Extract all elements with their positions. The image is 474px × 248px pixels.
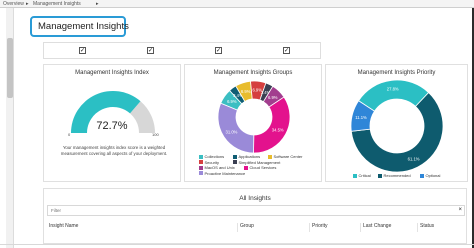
breadcrumb-item-management-insights[interactable]: Management Insights — [33, 1, 81, 7]
groups-legend-item[interactable]: Collections — [199, 154, 224, 159]
priority-slice-label: 11.1% — [355, 115, 367, 120]
vertical-scrollbar[interactable] — [6, 8, 14, 248]
page-title: Management Insights — [38, 21, 129, 32]
groups-legend-swatch — [233, 160, 237, 164]
index-gauge — [71, 91, 155, 133]
groups-legend-label: Applications — [238, 154, 261, 159]
groups-legend-item[interactable]: Applications — [233, 154, 260, 159]
chevron-right-icon: ▸ — [26, 1, 29, 7]
groups-legend-swatch — [233, 154, 237, 159]
clear-filter-icon[interactable]: × — [458, 207, 462, 214]
groups-slice-label: 6.9% — [227, 99, 237, 104]
groups-legend-label: Cloud Services — [249, 165, 277, 170]
groups-legend-swatch — [199, 165, 203, 170]
priority-legend-label: Optional — [425, 173, 441, 178]
groups-legend-label: Collections — [204, 154, 225, 159]
column-header-group[interactable]: Group — [240, 223, 254, 229]
filter-checkbox-2[interactable]: ✓ — [147, 47, 154, 54]
groups-legend-label: Proactive Maintenance — [204, 170, 246, 176]
groups-legend-swatch — [244, 165, 248, 170]
groups-slice[interactable] — [253, 96, 291, 154]
priority-legend-swatch — [420, 173, 424, 178]
page-title-box: Management Insights — [30, 16, 129, 37]
filter-checkbox-4[interactable]: ✓ — [283, 47, 290, 54]
priority-card-title: Management Insights Priority — [357, 70, 436, 76]
column-divider — [309, 223, 310, 232]
groups-legend-label: Security — [204, 159, 219, 165]
groups-legend-item[interactable]: Security — [199, 160, 219, 165]
priority-legend-label: Recommended — [383, 173, 411, 178]
scrollbar-thumb[interactable] — [7, 38, 13, 98]
priority-legend-item[interactable]: Critical — [353, 173, 371, 178]
groups-slice-label: 6.9% — [268, 95, 278, 100]
column-header-status[interactable]: Status — [420, 223, 434, 229]
groups-legend-label: Software Center — [273, 154, 303, 159]
filter-checkbox-1[interactable]: ✓ — [79, 47, 86, 54]
groups-legend-item[interactable]: MacOS and Unix — [199, 165, 235, 170]
breadcrumb-item-overview[interactable]: Overview — [3, 1, 24, 7]
priority-slice-label: 27.8% — [387, 87, 399, 92]
index-card: Management Insights Index 72.7% 0 100 Yo… — [43, 64, 181, 182]
column-header-priority[interactable]: Priority — [312, 223, 328, 229]
groups-legend-label: MacOS and Unix — [204, 165, 235, 170]
priority-legend-swatch — [378, 173, 382, 178]
groups-card-title: Management Insights Groups — [213, 70, 293, 76]
gauge-max-label: 100 — [152, 132, 159, 137]
column-divider — [417, 223, 418, 232]
column-header-insight-name[interactable]: Insight Name — [49, 223, 78, 229]
insights-table-header: Insight Name Group Priority Last Change … — [47, 223, 465, 233]
groups-legend-swatch — [199, 160, 203, 164]
filter-checkbox-3[interactable]: ✓ — [215, 47, 222, 54]
priority-slice-label: 61.1% — [408, 157, 420, 162]
groups-card: Management Insights Groups 6.9% 3.4% 6.9% 6… — [184, 64, 322, 182]
index-description: Your management insights index score is … — [60, 145, 168, 156]
priority-legend-item[interactable]: Optional — [420, 173, 440, 178]
groups-legend-item[interactable]: Cloud Services — [244, 165, 276, 170]
breadcrumb-bar: Overview ▸ Management Insights ▸ — [0, 0, 474, 8]
chevron-right-icon: ▸ — [96, 1, 99, 7]
groups-legend-item[interactable]: Proactive Maintenance — [199, 171, 245, 176]
groups-slice-label: 6.9% — [241, 89, 251, 94]
groups-slice-label: 34.5% — [272, 127, 284, 132]
column-divider — [237, 223, 238, 232]
groups-legend-item[interactable]: Software Center — [268, 154, 302, 159]
all-insights-title: All Insights — [239, 195, 271, 202]
groups-slice[interactable] — [217, 102, 255, 154]
index-card-title: Management Insights Index — [75, 70, 149, 76]
column-header-last-change[interactable]: Last Change — [363, 223, 391, 229]
priority-legend-item[interactable]: Recommended — [378, 173, 411, 178]
group-filter-row: ✓ ✓ ✓ ✓ — [43, 42, 321, 59]
groups-donut-chart: 6.9%3.4%6.9% 6.9%3.4%6.9%34.5%31.0% — [217, 80, 291, 154]
priority-legend-swatch — [353, 173, 357, 178]
groups-legend-item[interactable]: Simplified Management — [233, 160, 280, 165]
groups-legend-label: Simplified Management — [238, 159, 281, 165]
column-divider — [360, 223, 361, 232]
priority-donut-chart: 27.8% 61.1% 11.1% — [350, 79, 444, 173]
insights-filter-box: × — [47, 205, 465, 216]
all-insights-panel: All Insights × Insight Name Group Priori… — [43, 188, 467, 244]
index-value: 72.7% — [96, 120, 128, 132]
priority-legend-label: Critical — [358, 173, 371, 178]
groups-slice-label: 31.0% — [226, 129, 238, 134]
groups-legend-swatch — [199, 171, 203, 175]
priority-card: Management Insights Priority 27.8% 61.1% 1… — [325, 64, 468, 182]
insights-filter-input[interactable] — [48, 206, 453, 215]
groups-legend-swatch — [268, 154, 272, 159]
bottom-divider — [0, 244, 474, 245]
groups-legend-swatch — [199, 154, 203, 159]
gauge-min-label: 0 — [68, 132, 71, 137]
